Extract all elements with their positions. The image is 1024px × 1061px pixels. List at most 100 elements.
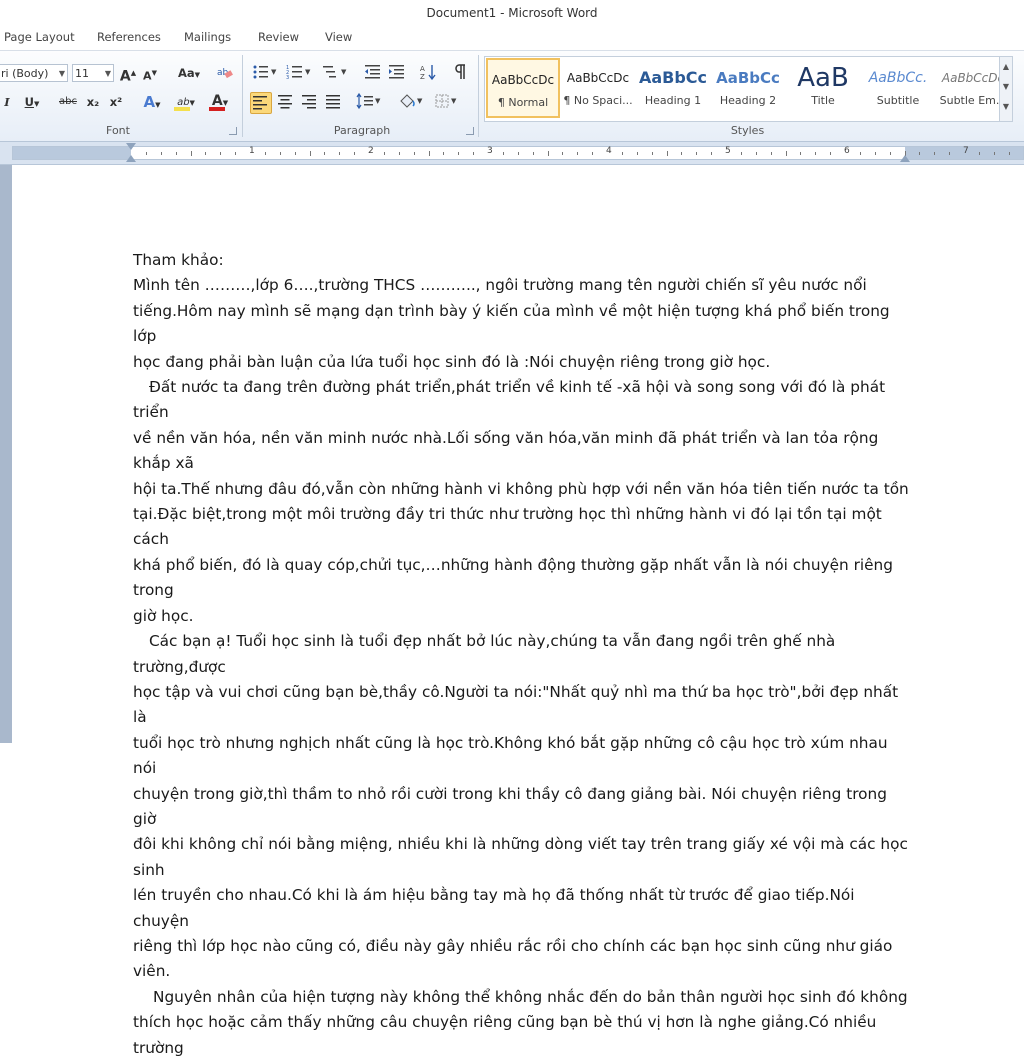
style-normal[interactable]: AaBbCcDc ¶ Normal: [486, 58, 560, 118]
svg-text:▼: ▼: [451, 97, 457, 105]
styles-gallery: AaBbCcDc ¶ Normal AaBbCcDc ¶ No Spaci...…: [484, 56, 1013, 122]
line-spacing-icon: ▼: [356, 92, 381, 110]
page-left-edge: [0, 165, 12, 743]
align-left-button[interactable]: [250, 92, 272, 114]
clear-formatting-icon: ab: [217, 68, 233, 79]
ruler-tick: [264, 152, 266, 155]
align-center-button[interactable]: [276, 92, 296, 112]
horizontal-ruler[interactable]: 1 2 3 4 5 6 7: [0, 142, 1024, 165]
italic-button[interactable]: I: [0, 92, 14, 112]
font-color-button[interactable]: A▼: [206, 91, 234, 111]
font-group-label: Font: [106, 124, 130, 137]
ribbon: ri (Body) ▼ 11 ▼ A▲ A▼ Aa▼ ab I U▼ abc x…: [0, 50, 1024, 142]
align-right-button[interactable]: [300, 92, 320, 112]
ruler-tick: [859, 152, 861, 155]
scroll-down-icon[interactable]: ▼: [1000, 77, 1012, 97]
paint-bucket-icon: ▼: [400, 94, 423, 108]
decrease-indent-button[interactable]: [364, 63, 384, 83]
font-name-combo[interactable]: ri (Body) ▼: [0, 64, 68, 82]
doc-line: Đất nước ta đang trên đường phát triển,p…: [133, 378, 886, 422]
tab-references[interactable]: References: [97, 30, 161, 44]
ruler-tick: [160, 152, 162, 155]
tab-review[interactable]: Review: [258, 30, 299, 44]
style-no-spacing[interactable]: AaBbCcDc ¶ No Spaci...: [561, 58, 635, 118]
superscript-button[interactable]: x²: [107, 92, 125, 112]
ruler-tick: [949, 152, 951, 155]
style-title[interactable]: AaB Title: [786, 58, 860, 118]
ruler-tick: [681, 152, 683, 155]
text-effects-button[interactable]: A▼: [140, 92, 164, 112]
subscript-button[interactable]: x₂: [84, 92, 102, 112]
ruler-tick: [934, 152, 936, 155]
ruler-tick: [696, 152, 698, 155]
title-bar: Document1 - Microsoft Word: [0, 0, 1024, 26]
show-formatting-button[interactable]: [453, 63, 471, 83]
ruler-tick: [830, 152, 832, 155]
tab-mailings[interactable]: Mailings: [184, 30, 231, 44]
ruler-tick: [175, 152, 177, 155]
underline-button[interactable]: U▼: [22, 92, 42, 112]
styles-scroll[interactable]: ▲ ▼ ▼: [999, 57, 1012, 121]
more-styles-icon[interactable]: ▼: [1000, 97, 1012, 117]
numbering-button[interactable]: 1 2 3 ▼: [286, 63, 314, 83]
tab-page-layout[interactable]: Page Layout: [4, 30, 75, 44]
align-left-icon: [253, 96, 267, 110]
hanging-indent-marker[interactable]: [126, 155, 136, 162]
chevron-down-icon: ▼: [58, 69, 65, 78]
ruler-tick: [309, 151, 311, 156]
shrink-font-button[interactable]: A▼: [141, 63, 159, 83]
font-size-combo[interactable]: 11 ▼: [72, 64, 114, 82]
scroll-up-icon[interactable]: ▲: [1000, 57, 1012, 77]
paragraph-dialog-launcher[interactable]: [466, 127, 474, 135]
clear-formatting-button[interactable]: ab: [216, 63, 236, 83]
ruler-number: 1: [249, 146, 255, 156]
ruler-tick: [458, 152, 460, 155]
ruler-tick: [800, 152, 802, 155]
tab-view[interactable]: View: [325, 30, 352, 44]
ruler-tick: [755, 152, 757, 155]
ruler-tick: [532, 152, 534, 155]
first-line-indent-marker[interactable]: [126, 143, 136, 150]
doc-line: khá phổ biến, đó là quay cóp,chửi tục,…n…: [133, 555, 893, 600]
doc-line: Nguyên nhân của hiện tượng này không thể…: [153, 987, 908, 1006]
borders-button[interactable]: ▼: [434, 92, 462, 112]
ruler-tick: [874, 152, 876, 155]
line-spacing-button[interactable]: ▼: [356, 92, 384, 112]
sort-button[interactable]: AZ: [420, 63, 440, 83]
style-heading-2[interactable]: AaBbCc Heading 2: [711, 58, 785, 118]
svg-text:A: A: [420, 65, 425, 73]
justify-button[interactable]: [324, 92, 344, 112]
ruler-tick: [562, 152, 564, 155]
strikethrough-button[interactable]: abc: [56, 92, 80, 112]
ruler-number: 7: [963, 146, 969, 156]
grow-font-button[interactable]: A▲: [119, 63, 137, 85]
ruler-tick: [383, 152, 385, 155]
ruler-tick: [592, 152, 594, 155]
align-center-icon: [278, 95, 292, 109]
ruler-left-margin: [13, 147, 131, 159]
multilevel-list-button[interactable]: ▼: [322, 63, 350, 83]
ruler-tick: [711, 152, 713, 155]
increase-indent-button[interactable]: [388, 63, 408, 83]
right-indent-marker[interactable]: [900, 155, 910, 162]
increase-indent-icon: [389, 65, 404, 79]
svg-text:3: 3: [286, 75, 289, 81]
paragraph-group-label: Paragraph: [333, 124, 391, 137]
change-case-button[interactable]: Aa▼: [174, 63, 204, 83]
style-heading-1[interactable]: AaBbCc Heading 1: [636, 58, 710, 118]
multilevel-list-icon: ▼: [323, 66, 347, 78]
svg-text:▼: ▼: [305, 68, 311, 76]
font-size-value: 11: [75, 67, 89, 80]
group-divider: [478, 55, 479, 137]
ruler-tick: [324, 152, 326, 155]
doc-line: tuổi học trò nhưng nghịch nhất cũng là h…: [133, 733, 888, 778]
highlight-button[interactable]: ab▼: [172, 91, 200, 111]
ribbon-tabs: Page Layout References Mailings Review V…: [0, 26, 1024, 50]
font-dialog-launcher[interactable]: [229, 127, 237, 135]
align-right-icon: [302, 95, 316, 109]
decrease-indent-icon: [365, 65, 380, 79]
shading-button[interactable]: ▼: [398, 92, 426, 112]
style-subtitle[interactable]: AaBbCc. Subtitle: [861, 58, 935, 118]
bullets-button[interactable]: ▼: [252, 63, 280, 83]
document-body[interactable]: Tham khảo: Mình tên ………,lớp 6….,trường T…: [133, 248, 913, 1061]
